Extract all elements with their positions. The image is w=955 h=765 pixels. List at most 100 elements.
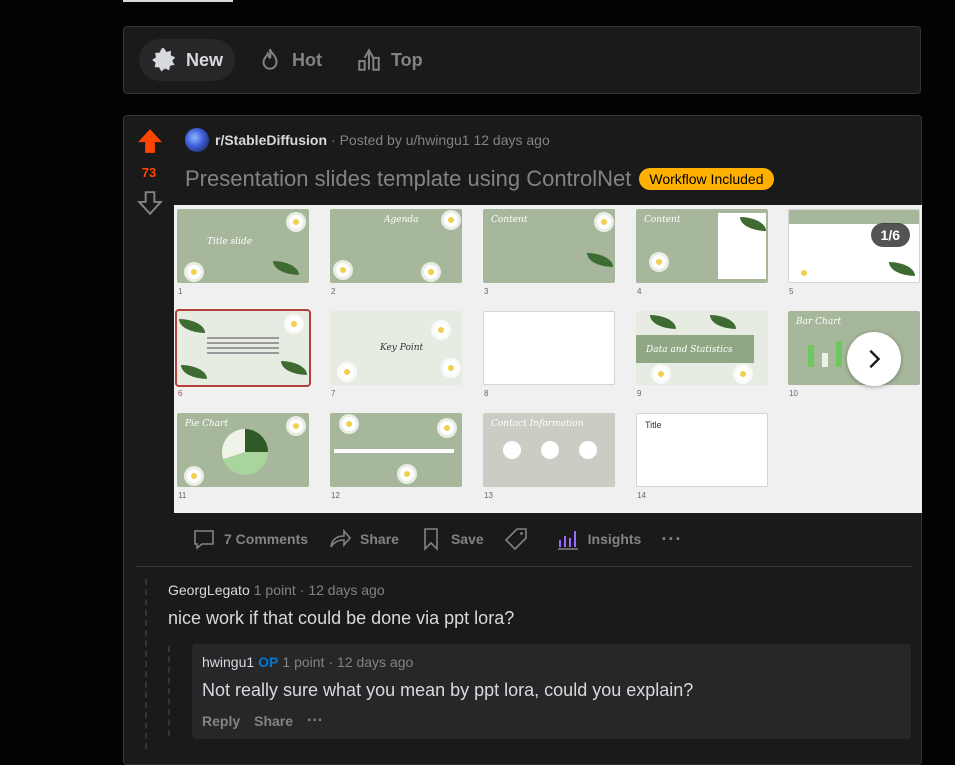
slide-thumbnail-selected	[175, 309, 311, 387]
slide-thumbnail: Title slide	[177, 209, 309, 283]
slide-title: Title slide	[207, 237, 253, 247]
slide-thumbnail: Data and Statistics	[636, 311, 768, 385]
slide-thumbnail: Title	[636, 413, 768, 487]
slide-number: 10	[789, 389, 798, 398]
comment-author[interactable]: hwingu1	[202, 654, 254, 670]
save-button[interactable]: Save	[409, 521, 494, 557]
slide-title: Pie Chart	[185, 419, 229, 429]
more-options-button[interactable]: ···	[651, 521, 692, 557]
slide-title: Title	[645, 420, 662, 430]
slide-number: 9	[637, 389, 642, 398]
vote-count: 73	[141, 165, 157, 180]
comments-button[interactable]: 7 Comments	[182, 521, 318, 557]
post-action-bar: 7 Comments Share Save Insights ···	[182, 519, 692, 559]
comment-body: Not really sure what you mean by ppt lor…	[202, 680, 694, 700]
comment-actions: Reply Share ···	[202, 712, 323, 730]
post-author-link[interactable]: u/hwingu1	[406, 132, 470, 148]
slide-title: Key Point	[380, 343, 424, 353]
slide-number: 13	[484, 491, 493, 500]
comment-icon	[194, 530, 214, 550]
gallery-next-button[interactable]	[847, 332, 901, 386]
comment-meta: GeorgLegato 1 point · 12 days ago	[168, 582, 385, 598]
slide-number: 14	[637, 491, 646, 500]
reply-comment: hwingu1 OP 1 point · 12 days ago Not rea…	[192, 644, 911, 739]
vote-column: 73	[124, 116, 174, 226]
share-label: Share	[360, 531, 399, 547]
reply-button[interactable]: Reply	[202, 713, 240, 729]
slide-number: 4	[637, 287, 642, 296]
top-underline	[123, 0, 233, 2]
posted-by-prefix: · Posted by	[331, 132, 402, 148]
post-card[interactable]: 73 r/StableDiffusion · Posted by u/hwing…	[123, 115, 922, 765]
tag-icon	[504, 528, 527, 551]
save-label: Save	[450, 531, 484, 547]
post-age: 12 days ago	[473, 132, 550, 148]
subreddit-link[interactable]: r/StableDiffusion	[215, 132, 327, 148]
slide-number: 8	[484, 389, 489, 398]
comment-age: · 12 days ago	[299, 582, 385, 598]
chevron-right-icon	[869, 349, 881, 369]
slide-title: Agenda	[384, 215, 419, 225]
sort-new-label: New	[186, 49, 224, 70]
post-flair[interactable]: Workflow Included	[639, 168, 774, 190]
tag-button[interactable]	[494, 521, 538, 557]
slide-title: Content	[644, 215, 681, 225]
post-title[interactable]: Presentation slides template using Contr…	[185, 166, 631, 192]
subreddit-avatar[interactable]	[185, 128, 209, 152]
slide-title: Data and Statistics	[646, 345, 733, 355]
slide-number: 12	[331, 491, 340, 500]
thread-line[interactable]	[145, 579, 147, 749]
image-gallery[interactable]: Title slide 1 Agenda 2 Content 3 Content…	[174, 205, 922, 513]
slide-thumbnail: Content	[636, 209, 768, 283]
more-options-icon: ···	[661, 528, 683, 549]
slide-title: Content	[491, 215, 528, 225]
slide-title: Bar Chart	[796, 317, 842, 327]
slide-thumbnail: Pie Chart	[177, 413, 309, 487]
thread-line[interactable]	[168, 646, 170, 736]
slide-number: 7	[331, 389, 336, 398]
slide-thumbnail: Agenda	[330, 209, 462, 283]
sort-top-button[interactable]: Top	[344, 39, 435, 81]
sort-hot-label: Hot	[292, 49, 322, 70]
slide-number: 6	[178, 389, 183, 398]
sort-hot-button[interactable]: Hot	[245, 39, 334, 81]
comments-count-label: 7 Comments	[224, 531, 309, 547]
bookmark-icon	[424, 528, 438, 551]
comment-more-button[interactable]: ···	[307, 712, 323, 730]
insights-button[interactable]: Insights	[538, 521, 652, 557]
slide-number: 5	[789, 287, 794, 296]
sort-top-label: Top	[391, 49, 423, 70]
flame-icon	[262, 48, 278, 70]
downvote-arrow-icon[interactable]	[137, 190, 163, 216]
slide-thumbnail: Key Point	[330, 311, 462, 385]
comment-body: nice work if that could be done via ppt …	[168, 608, 515, 628]
slide-title: Contact Information	[491, 419, 584, 429]
gallery-counter: 1/6	[870, 223, 910, 247]
slide-number: 11	[178, 491, 187, 500]
top-chart-icon	[358, 48, 380, 71]
slide-number: 2	[331, 287, 336, 296]
title-row: Presentation slides template using Contr…	[185, 166, 774, 192]
op-badge: OP	[258, 654, 279, 670]
slide-number: 1	[178, 287, 183, 296]
insights-bars-icon	[557, 531, 578, 550]
upvote-arrow-icon[interactable]	[137, 128, 163, 154]
comment-points: 1 point	[253, 582, 296, 598]
comment-points: 1 point	[282, 654, 325, 670]
comment-author[interactable]: GeorgLegato	[168, 582, 250, 598]
post-meta: r/StableDiffusion · Posted by u/hwingu1 …	[185, 128, 550, 152]
share-arrow-icon	[330, 528, 352, 548]
insights-label: Insights	[587, 531, 642, 547]
comment-meta: hwingu1 OP 1 point · 12 days ago	[202, 654, 413, 670]
comments-divider	[135, 566, 912, 567]
sort-new-button[interactable]: New	[139, 39, 236, 81]
slide-thumbnail: Contact Information	[483, 413, 615, 487]
slide-number: 3	[484, 287, 489, 296]
new-burst-icon	[152, 48, 176, 72]
share-comment-button[interactable]: Share	[254, 713, 293, 729]
sort-bar: New Hot Top	[123, 26, 921, 94]
slide-thumbnail	[330, 413, 462, 487]
slide-thumbnail: Content	[483, 209, 615, 283]
share-button[interactable]: Share	[318, 521, 409, 557]
pie-chart-preview	[222, 429, 268, 475]
